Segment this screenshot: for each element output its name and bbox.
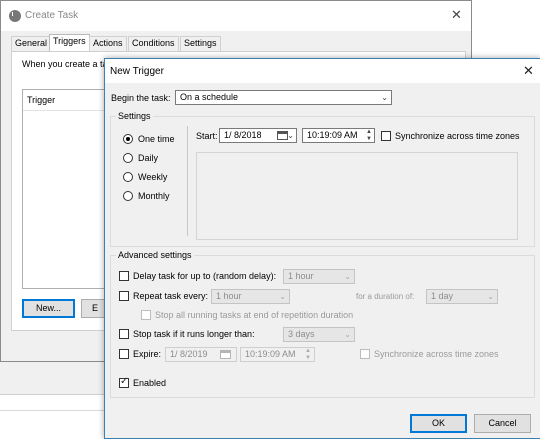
enabled-label: Enabled — [133, 378, 167, 388]
new-trigger-button[interactable]: New... — [22, 299, 75, 318]
spin-buttons-icon[interactable]: ▲ ▼ — [365, 129, 373, 143]
settings-group-label: Settings — [116, 110, 153, 122]
expire-label: Expire: — [133, 349, 162, 359]
stop-running-tasks-label: Stop all running tasks at end of repetit… — [155, 310, 354, 320]
new-trigger-dialog: New Trigger ✕ Begin the task: On a sched… — [104, 58, 540, 439]
duration-value: 1 day — [431, 291, 454, 301]
expire-checkbox[interactable] — [119, 349, 129, 359]
tab-general[interactable]: General — [11, 36, 52, 51]
chevron-down-icon: ⌄ — [287, 131, 294, 140]
triggers-description: When you create a ta — [22, 59, 108, 69]
chevron-down-icon: ⌄ — [344, 272, 351, 281]
radio-one-time-label: One time — [138, 134, 175, 144]
clock-hand-icon — [12, 12, 13, 16]
expire-sync-label: Synchronize across time zones — [374, 349, 499, 359]
start-date-value: 1/ 8/2018 — [224, 130, 262, 140]
start-label: Start: — [196, 131, 218, 141]
start-time-field[interactable]: 10:19:09 AM ▲ ▼ — [302, 128, 375, 143]
delay-value: 1 hour — [288, 271, 314, 281]
background-divider — [0, 394, 104, 395]
begin-task-value: On a schedule — [180, 92, 239, 102]
stop-running-tasks-checkbox[interactable] — [141, 310, 151, 320]
tab-actions[interactable]: Actions — [89, 36, 127, 51]
repeat-interval-dropdown[interactable]: 1 hour ⌄ — [211, 289, 290, 304]
radio-weekly[interactable] — [123, 172, 133, 182]
radio-monthly[interactable] — [123, 191, 133, 201]
trigger-column-header: Trigger — [27, 95, 56, 105]
stop-after-dropdown[interactable]: 3 days ⌄ — [283, 327, 355, 342]
new-trigger-title: New Trigger — [110, 66, 164, 77]
radio-monthly-label: Monthly — [138, 191, 170, 201]
tab-conditions[interactable]: Conditions — [128, 36, 179, 51]
calendar-icon[interactable] — [220, 350, 231, 359]
sync-timezones-label: Synchronize across time zones — [395, 131, 520, 141]
enabled-checkbox[interactable] — [119, 376, 129, 388]
repeat-interval-value: 1 hour — [216, 291, 242, 301]
stop-after-value: 3 days — [288, 329, 315, 339]
radio-daily[interactable] — [123, 153, 133, 163]
advanced-settings-label: Advanced settings — [116, 249, 194, 261]
chevron-down-icon: ⌄ — [279, 292, 286, 301]
begin-task-label: Begin the task: — [111, 93, 171, 103]
ok-button[interactable]: OK — [410, 414, 467, 433]
expire-time-value: 10:19:09 AM — [245, 349, 296, 359]
repeat-task-label: Repeat task every: — [133, 291, 209, 301]
close-icon[interactable]: ✕ — [523, 64, 534, 77]
close-icon[interactable]: ✕ — [451, 8, 462, 21]
background-panel — [0, 410, 104, 439]
cancel-button[interactable]: Cancel — [474, 414, 531, 433]
delay-dropdown[interactable]: 1 hour ⌄ — [283, 269, 355, 284]
chevron-down-icon: ⌄ — [344, 330, 351, 339]
spin-buttons-icon[interactable]: ▲ ▼ — [304, 348, 312, 362]
new-trigger-titlebar: New Trigger ✕ — [105, 59, 540, 83]
radio-weekly-label: Weekly — [138, 172, 168, 182]
settings-separator — [187, 126, 188, 236]
expire-date-picker[interactable]: 1/ 8/2019 — [165, 347, 237, 362]
clock-icon — [9, 10, 21, 22]
tab-triggers[interactable]: Triggers — [49, 34, 90, 52]
duration-label: for a duration of: — [356, 292, 415, 301]
list-header-divider — [23, 110, 111, 111]
expire-sync-checkbox[interactable] — [360, 349, 370, 359]
delay-task-checkbox[interactable] — [119, 271, 129, 281]
create-task-title: Create Task — [25, 10, 79, 21]
delay-task-label: Delay task for up to (random delay): — [133, 271, 277, 281]
start-time-value: 10:19:09 AM — [307, 130, 358, 140]
begin-task-dropdown[interactable]: On a schedule ⌄ — [175, 90, 392, 105]
sync-timezones-checkbox[interactable] — [381, 131, 391, 141]
radio-daily-label: Daily — [138, 153, 159, 163]
repeat-task-checkbox[interactable] — [119, 291, 129, 301]
expire-time-field[interactable]: 10:19:09 AM ▲ ▼ — [240, 347, 315, 362]
duration-dropdown[interactable]: 1 day ⌄ — [426, 289, 498, 304]
stop-task-checkbox[interactable] — [119, 329, 129, 339]
stop-task-label: Stop task if it runs longer than: — [133, 329, 255, 339]
tab-settings[interactable]: Settings — [180, 36, 221, 51]
chevron-down-icon: ⌄ — [381, 93, 388, 102]
chevron-down-icon: ⌄ — [487, 292, 494, 301]
expire-date-value: 1/ 8/2019 — [170, 349, 208, 359]
start-date-picker[interactable]: 1/ 8/2018 ⌄ — [219, 128, 297, 143]
trigger-list[interactable]: Trigger — [22, 89, 112, 289]
radio-one-time[interactable] — [123, 134, 133, 144]
recurrence-panel — [196, 152, 518, 240]
create-task-titlebar: Create Task ✕ — [1, 1, 471, 31]
